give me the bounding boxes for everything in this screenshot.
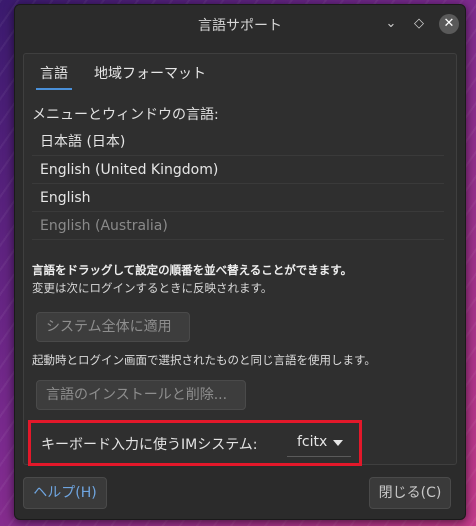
help-button[interactable]: ヘルプ(H): [23, 477, 107, 509]
maximize-icon[interactable]: ◇: [409, 14, 429, 34]
close-icon[interactable]: ✕: [439, 14, 459, 34]
minimize-icon[interactable]: ⌄: [381, 14, 401, 34]
tab-panel: 言語 地域フォーマット メニューとウィンドウの言語: 日本語 (日本) Engl…: [23, 53, 457, 466]
titlebar: 言語サポート ⌄ ◇ ✕: [15, 5, 465, 43]
drag-hint: 言語をドラッグして設定の順番を並べ替えることができます。: [32, 263, 353, 277]
list-item[interactable]: English (Australia): [32, 212, 444, 240]
list-item[interactable]: English (United Kingdom): [32, 156, 444, 184]
chevron-down-icon: [333, 440, 343, 446]
apply-system-wide-button[interactable]: システム全体に適用: [36, 312, 190, 342]
im-system-dropdown[interactable]: fcitx: [287, 429, 351, 457]
tab-language[interactable]: 言語: [36, 60, 72, 90]
language-support-window: 言語サポート ⌄ ◇ ✕ 言語 地域フォーマット メニューとウィンドウの言語: …: [14, 4, 466, 520]
install-remove-languages-button[interactable]: 言語のインストールと削除...: [36, 380, 246, 410]
im-system-label: キーボード入力に使うIMシステム:: [41, 437, 258, 453]
relogin-note: 変更は次にログインするときに反映されます。: [32, 281, 273, 295]
login-screen-note: 起動時とログイン画面で選択されたものと同じ言語を使用します。: [32, 353, 376, 367]
tab-regional-formats[interactable]: 地域フォーマット: [90, 60, 210, 90]
list-item[interactable]: English: [32, 184, 444, 212]
im-system-highlight: キーボード入力に使うIMシステム: fcitx: [28, 420, 362, 466]
list-item[interactable]: 日本語 (日本): [32, 128, 444, 156]
im-system-value: fcitx: [297, 434, 328, 450]
language-list[interactable]: 日本語 (日本) English (United Kingdom) Englis…: [32, 128, 444, 244]
close-button[interactable]: 閉じる(C): [369, 477, 451, 509]
language-section-label: メニューとウィンドウの言語:: [32, 107, 219, 123]
